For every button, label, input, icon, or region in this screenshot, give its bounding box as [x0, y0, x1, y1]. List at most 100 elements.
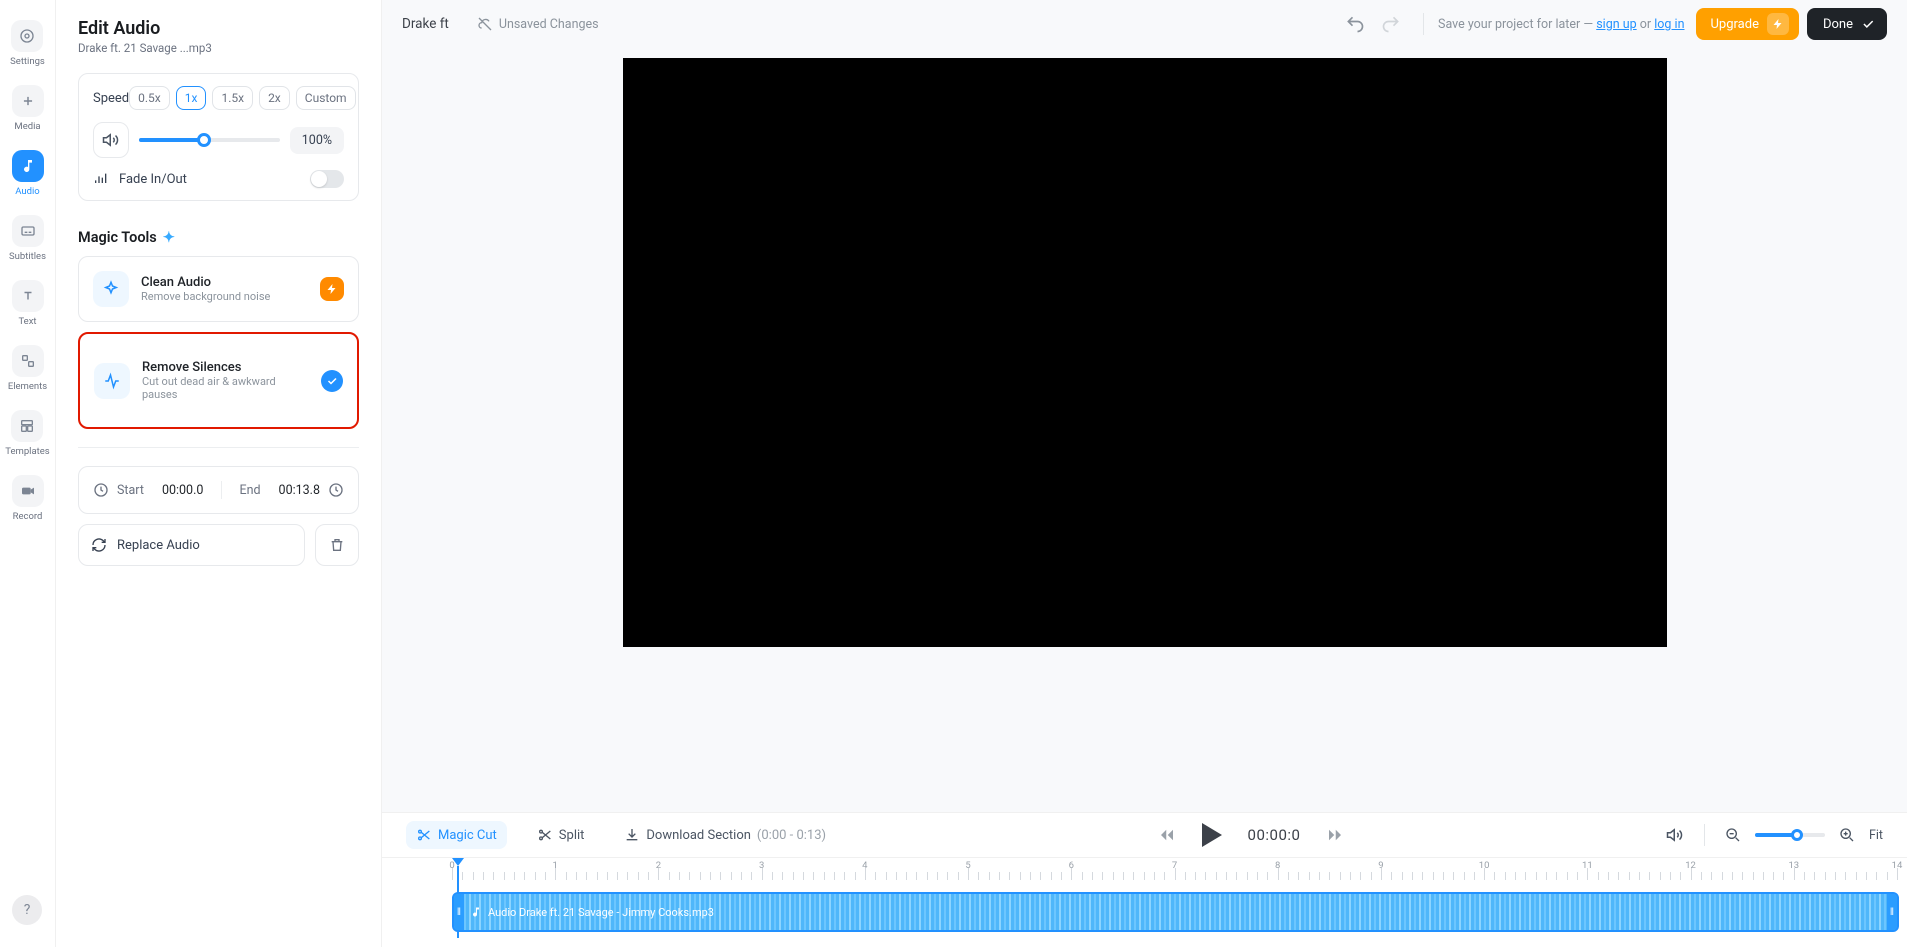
nav-record[interactable]: Record [12, 475, 44, 522]
nav-label: Audio [15, 186, 39, 197]
tool-sub: Remove background noise [141, 290, 308, 303]
zoom-in-button[interactable] [1839, 827, 1855, 843]
fade-toggle[interactable] [310, 170, 344, 188]
pulse-icon [94, 363, 130, 399]
volume-icon[interactable] [93, 122, 129, 158]
bolt-icon [1767, 13, 1789, 35]
nav-label: Elements [8, 381, 47, 392]
speed-2x[interactable]: 2x [259, 86, 290, 110]
save-prompt: Save your project for later — sign up or… [1438, 17, 1684, 32]
remove-silences-card[interactable]: Remove Silences Cut out dead air & awkwa… [78, 332, 359, 429]
playback-card: Speed 0.5x 1x 1.5x 2x Custom 100% Fade I… [78, 73, 359, 201]
nav-elements[interactable]: Elements [8, 345, 47, 392]
audio-clip[interactable]: ‖ Audio Drake ft. 21 Savage - Jimmy Cook… [452, 892, 1899, 932]
sparkle-icon: ✦ [163, 229, 175, 246]
toggle-knob [311, 171, 327, 187]
magic-cut-button[interactable]: Magic Cut [406, 821, 507, 849]
templates-icon [11, 410, 43, 442]
volume-slider[interactable] [139, 138, 280, 142]
speed-pills: 0.5x 1x 1.5x 2x Custom [129, 86, 355, 110]
clock-icon [328, 482, 344, 498]
nav-settings[interactable]: Settings [10, 20, 45, 67]
clip-start-handle[interactable]: ‖ [454, 894, 464, 930]
project-title[interactable]: Drake ft [402, 16, 449, 32]
nav-label: Templates [5, 446, 49, 457]
nav-label: Subtitles [9, 251, 46, 262]
fade-label: Fade In/Out [119, 172, 187, 187]
start-label: Start [117, 483, 144, 498]
bolt-badge [320, 277, 344, 301]
start-value[interactable]: 00:00.0 [162, 483, 203, 498]
nav-subtitles[interactable]: Subtitles [9, 215, 46, 262]
main: Drake ft Unsaved Changes Save your proje… [382, 0, 1907, 947]
split-button[interactable]: Split [527, 821, 595, 849]
speed-1-5x[interactable]: 1.5x [212, 86, 253, 110]
nav-text[interactable]: Text [12, 280, 44, 327]
play-button[interactable] [1202, 823, 1222, 847]
redo-button[interactable] [1373, 10, 1409, 38]
scissors-sparkle-icon [416, 827, 432, 843]
slider-fill [139, 138, 204, 142]
download-icon [624, 827, 640, 843]
volume-percent: 100% [290, 127, 344, 154]
volume-icon[interactable] [1666, 826, 1684, 844]
nav-label: Text [18, 316, 36, 327]
timeline: 01234567891011121314 ‖ Audio Drake ft. 2… [382, 857, 1907, 947]
unsaved-indicator: Unsaved Changes [477, 16, 599, 32]
nav-media[interactable]: Media [12, 85, 44, 132]
plus-icon [12, 85, 44, 117]
upgrade-button[interactable]: Upgrade [1696, 8, 1798, 40]
clip-end-handle[interactable]: ‖ [1887, 894, 1897, 930]
music-icon [470, 906, 482, 918]
separator [1704, 824, 1705, 846]
speed-0-5x[interactable]: 0.5x [129, 86, 170, 110]
ruler[interactable]: 01234567891011121314 [382, 858, 1907, 888]
tool-title: Remove Silences [142, 360, 309, 375]
separator [1423, 13, 1424, 35]
fit-button[interactable]: Fit [1869, 828, 1883, 843]
tool-sub: Cut out dead air & awkward pauses [142, 375, 309, 401]
time-range-card: Start 00:00.0 End 00:13.8 [78, 466, 359, 514]
speed-custom[interactable]: Custom [296, 86, 356, 110]
end-label: End [239, 483, 260, 498]
help-button[interactable]: ? [12, 895, 42, 925]
nav-templates[interactable]: Templates [5, 410, 49, 457]
skip-back-button[interactable] [1158, 826, 1176, 844]
replace-audio-button[interactable]: Replace Audio [78, 524, 305, 566]
sparkle-icon [93, 271, 129, 307]
elements-icon [12, 345, 44, 377]
speed-1x[interactable]: 1x [176, 86, 207, 110]
bars-icon [93, 171, 109, 187]
login-link[interactable]: log in [1654, 17, 1684, 32]
download-section-button[interactable]: Download Section(0:00 - 0:13) [614, 821, 836, 849]
nav-audio[interactable]: Audio [12, 150, 44, 197]
zoom-out-button[interactable] [1725, 827, 1741, 843]
done-button[interactable]: Done [1807, 8, 1887, 40]
zoom-knob[interactable] [1791, 829, 1803, 841]
clock-icon [93, 482, 109, 498]
timecode: 00:00:0 [1248, 826, 1301, 844]
clip-label: Audio Drake ft. 21 Savage - Jimmy Cooks.… [470, 906, 714, 919]
nav-label: Media [14, 121, 40, 132]
delete-button[interactable] [315, 524, 359, 566]
left-nav: Settings Media Audio Subtitles Text Elem… [0, 0, 56, 947]
check-badge [321, 370, 343, 392]
magic-tools-title: Magic Tools ✦ [78, 229, 359, 246]
subtitles-icon [12, 215, 44, 247]
bottombar: Magic Cut Split Download Section(0:00 - … [382, 812, 1907, 857]
speed-label: Speed [93, 91, 129, 106]
video-preview[interactable] [623, 58, 1667, 647]
panel-subtitle: Drake ft. 21 Savage ...mp3 [78, 41, 359, 55]
text-icon [12, 280, 44, 312]
settings-icon [11, 20, 43, 52]
nav-label: Record [13, 511, 43, 522]
undo-button[interactable] [1337, 10, 1373, 38]
clean-audio-card[interactable]: Clean Audio Remove background noise [78, 256, 359, 322]
nav-label: Settings [10, 56, 45, 67]
zoom-slider[interactable] [1755, 833, 1825, 837]
tool-title: Clean Audio [141, 275, 308, 290]
signup-link[interactable]: sign up [1596, 17, 1636, 32]
skip-forward-button[interactable] [1326, 826, 1344, 844]
slider-knob[interactable] [197, 133, 211, 147]
end-value[interactable]: 00:13.8 [279, 483, 320, 498]
